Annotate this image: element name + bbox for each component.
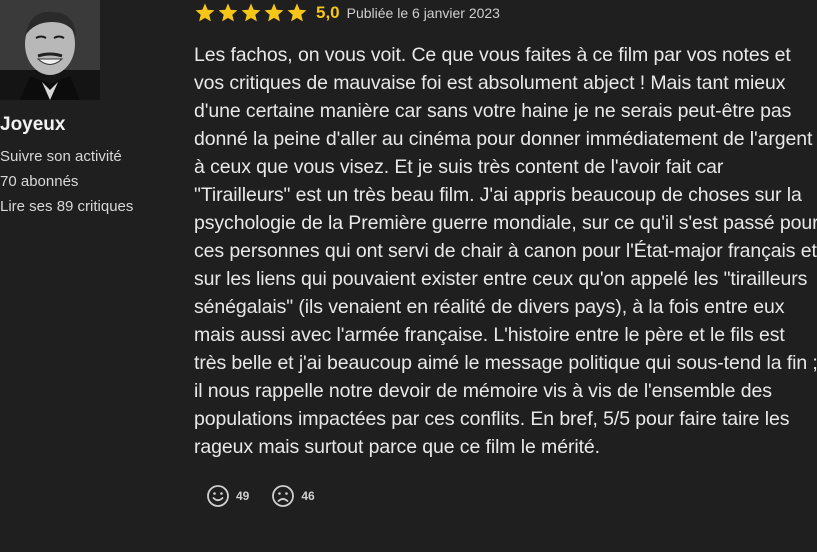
user-links: Suivre son activité 70 abonnés Lire ses … (0, 144, 170, 219)
unhelpful-button[interactable]: 46 (271, 484, 315, 508)
star-icon (264, 3, 284, 22)
star-icon (287, 3, 307, 22)
followers-count-link[interactable]: 70 abonnés (0, 169, 170, 194)
helpful-button[interactable]: 49 (206, 484, 249, 508)
read-reviews-link[interactable]: Lire ses 89 critiques (0, 194, 170, 219)
review-body: 5,0 Publiée le 6 janvier 2023 Les fachos… (194, 0, 817, 461)
star-icon (218, 3, 238, 22)
review-text: Les fachos, on vous voit. Ce que vous fa… (194, 44, 817, 458)
rating-score: 5,0 (316, 3, 340, 22)
username[interactable]: Joyeux (0, 114, 170, 136)
frowning-face-icon (272, 485, 295, 507)
user-panel: Joyeux Suivre son activité 70 abonnés Li… (0, 0, 170, 219)
unhelpful-count: 46 (301, 489, 315, 503)
review-reactions: 49 46 (206, 484, 315, 508)
star-rating (194, 2, 308, 24)
star-icon (195, 3, 215, 22)
helpful-count: 49 (236, 489, 250, 503)
review-card: Joyeux Suivre son activité 70 abonnés Li… (0, 0, 817, 552)
follow-activity-link[interactable]: Suivre son activité (0, 144, 170, 169)
avatar-photo (0, 0, 100, 100)
smiley-face-icon (207, 485, 229, 507)
star-icon (241, 3, 261, 22)
rating-row: 5,0 Publiée le 6 janvier 2023 (194, 0, 817, 26)
avatar[interactable] (0, 0, 100, 100)
publication-date: Publiée le 6 janvier 2023 (346, 5, 500, 21)
